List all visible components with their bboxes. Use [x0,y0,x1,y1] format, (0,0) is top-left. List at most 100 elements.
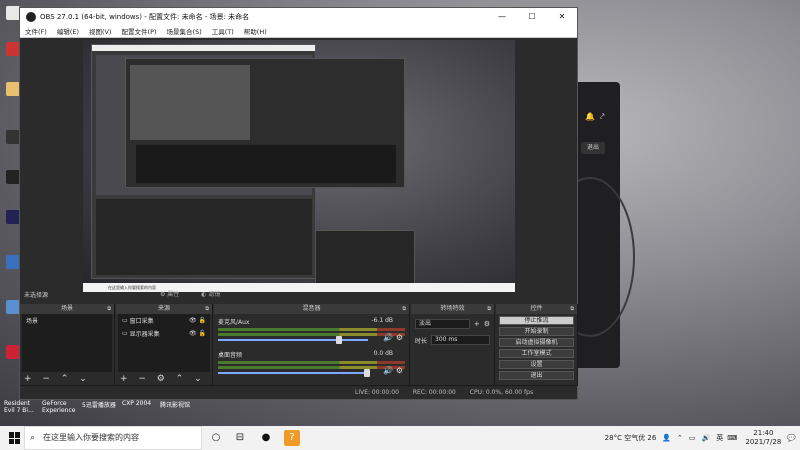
keyboard-icon[interactable]: ⌨ [727,434,737,442]
sources-list[interactable]: ▭ 窗口采集 👁 🔓 ▭ 显示器采集 👁 🔓 [118,314,210,372]
source-item[interactable]: ▭ 显示器采集 👁 🔓 [118,327,210,340]
menu-help[interactable]: 帮助(H) [244,26,267,36]
desktop-icon-label[interactable]: 腾讯影视馆 [160,400,200,409]
mic-volume-slider[interactable] [218,336,368,344]
weather-widget[interactable]: 28°C 空气优 26 [605,433,657,443]
settings-button[interactable]: 设置 [499,360,574,369]
filters-button[interactable]: ◐ 滤镜 [201,291,230,298]
menu-profile[interactable]: 配置文件(P) [122,26,157,36]
stop-streaming-button[interactable]: 停止推流 [499,316,574,325]
obs-window[interactable]: OBS 27.0.1 (64-bit, windows) - 配置文件: 未命名… [19,7,578,400]
scenes-list[interactable]: 场景 [22,314,112,372]
audio-mixer-dock: 混音器 ⧉ 麦克风/Aux -6.1 dB 🔊 ⚙ 桌面音频 0.0 dB 🔊 ⚙ [214,304,410,386]
properties-button[interactable]: ⚙ 属性 [160,291,189,298]
clock-time: 21:40 [753,429,774,437]
bell-icon[interactable]: 🔔 [585,112,595,121]
duration-label: 时长 [415,337,428,345]
studio-mode-button[interactable]: 工作室模式 [499,349,574,358]
nested-preview [125,58,405,188]
start-button[interactable] [9,432,21,444]
search-icon: ⌕ [30,433,36,443]
maximize-button[interactable]: ☐ [517,12,547,21]
help-app-icon[interactable]: ? [284,430,300,446]
bg-app-exit-button[interactable]: 退出 [581,142,605,154]
cpu-fps-readout: CPU: 0.0%, 60.00 fps [469,389,534,396]
desktop-icon-label[interactable]: 5迅雷播放器 [82,400,122,409]
desktop-speaker-icon[interactable]: 🔊 ⚙ [383,366,403,375]
transition-add-icon[interactable]: + [474,320,480,328]
sources-dock-title: 来源 ⧉ [116,304,212,314]
desktop-icon-label[interactable]: CXP 2004 [122,400,157,407]
mixer-dock-title: 混音器 ⧉ [214,304,409,314]
desktop-icon-label[interactable]: GeForce Experience [42,400,80,414]
mic-volume-meter [218,333,405,336]
menu-tools[interactable]: 工具(T) [212,26,234,36]
exit-button[interactable]: 退出 [499,371,574,380]
monitor-source-icon: ▭ [122,330,130,337]
clock-date: 2021/7/28 [745,438,782,446]
eye-icon[interactable]: 👁 [189,330,197,337]
start-recording-button[interactable]: 开始录制 [499,327,574,336]
desktop-icon-label[interactable]: Resident Evil 7 Bi... [4,400,34,414]
transitions-dock-title: 转场特效 ⧉ [411,304,494,314]
desktop-db-readout: 0.0 dB [373,350,393,357]
taskbar-app-icon[interactable]: ⊟ [232,430,248,446]
scenes-dock-title: 场景 ⧉ [20,304,114,314]
sources-dock: 来源 ⧉ ▭ 窗口采集 👁 🔓 ▭ 显示器采集 👁 🔓 + − ⚙ ⌃ ⌄ [116,304,213,386]
menu-view[interactable]: 视图(V) [89,26,112,36]
obs-titlebar[interactable]: OBS 27.0.1 (64-bit, windows) - 配置文件: 未命名… [20,8,577,25]
windows-taskbar: ⌕ 在这里输入你要搜索的内容 ○ ⊟ ● ? 28°C 空气优 26 👤 ⌃ ▭… [0,426,800,450]
window-source-icon: ▭ [122,317,130,324]
desktop-volume-meter [218,361,405,364]
rec-timer: REC: 00:00:00 [412,389,456,396]
volume-icon[interactable]: 🔊 [702,434,711,442]
controls-dock-title: 控件 ⧉ [496,304,577,314]
network-icon[interactable]: ▭ [689,434,696,442]
scenes-dock: 场景 ⧉ 场景 + − ⌃ ⌄ [20,304,115,386]
taskbar-search[interactable]: ⌕ 在这里输入你要搜索的内容 [24,426,202,450]
menu-scene-collection[interactable]: 场景集合(S) [167,26,202,36]
source-item[interactable]: ▭ 窗口采集 👁 🔓 [118,314,210,327]
ime-indicator[interactable]: 英 [716,433,723,443]
eye-icon[interactable]: 👁 [189,317,197,324]
mic-speaker-icon[interactable]: 🔊 ⚙ [383,333,403,342]
nested-controls [315,230,415,285]
window-title: OBS 27.0.1 (64-bit, windows) - 配置文件: 未命名… [40,12,250,21]
mic-db-readout: -6.1 dB [371,317,393,324]
clock[interactable]: 21:40 2021/7/28 [745,429,781,447]
sources-toolbar[interactable]: + − ⚙ ⌃ ⌄ [120,374,206,384]
desktop-volume-meter [218,366,405,369]
close-button[interactable]: ✕ [547,12,577,21]
minimize-button[interactable]: — [487,12,517,21]
preview-canvas[interactable]: 在这里输入你要搜索的内容 [83,40,515,292]
preview-controls: ⚙ 属性 ◐ 滤镜 [160,289,240,298]
menu-edit[interactable]: 编辑(E) [57,26,79,36]
person-icon[interactable]: 👤 [662,434,671,442]
desktop-volume-slider[interactable] [218,369,370,377]
preview-taskbar: 在这里输入你要搜索的内容 [83,283,515,292]
mixer-channel-desktop: 桌面音频 0.0 dB [218,350,393,359]
menu-file[interactable]: 文件(F) [25,26,47,36]
transition-select[interactable]: 淡出 [415,319,470,329]
controls-dock: 控件 ⧉ 停止推流 开始录制 启动虚拟摄像机 工作室模式 设置 退出 [496,304,578,386]
notification-icon[interactable]: 💬 [787,434,796,442]
lock-icon[interactable]: 🔓 [199,330,206,337]
desktop-volume-knob[interactable] [364,369,370,377]
lock-icon[interactable]: 🔓 [199,317,206,324]
menu-bar: 文件(F) 编辑(E) 视图(V) 配置文件(P) 场景集合(S) 工具(T) … [20,25,577,38]
live-timer: LIVE: 00:00:00 [355,389,399,396]
obs-taskbar-icon[interactable]: ● [258,430,274,446]
mic-volume-knob[interactable] [336,336,342,344]
mic-volume-meter [218,328,405,331]
scenes-toolbar[interactable]: + − ⌃ ⌄ [24,374,91,384]
duration-field[interactable]: 300 ms [431,335,490,345]
start-virtual-camera-button[interactable]: 启动虚拟摄像机 [499,338,574,347]
transition-settings-icon[interactable]: ⚙ [484,320,490,328]
scene-item[interactable]: 场景 [22,314,112,327]
mixer-channel-mic: 麦克风/Aux -6.1 dB [218,317,393,326]
status-bar: LIVE: 00:00:00 REC: 00:00:00 CPU: 0.0%, … [20,385,577,399]
share-icon[interactable]: ⤤ [600,112,605,122]
task-view-icon[interactable]: ○ [208,430,224,446]
chevron-up-icon[interactable]: ⌃ [677,434,683,442]
no-source-label: 未选择源 [24,292,49,299]
